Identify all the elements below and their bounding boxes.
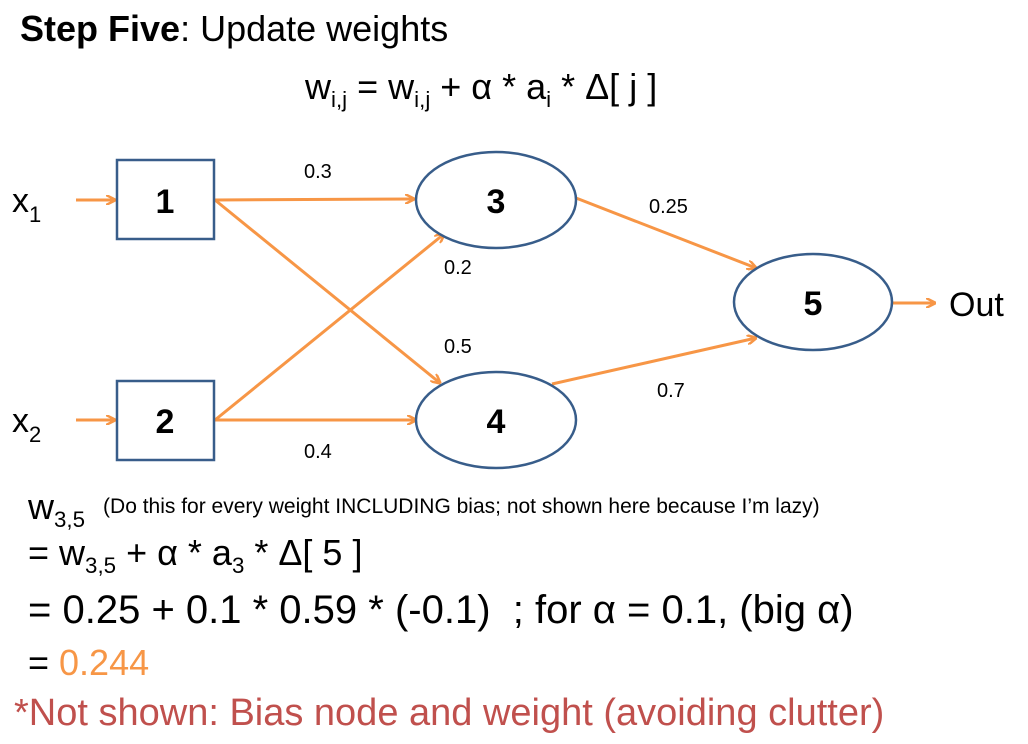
node-5-label: 5 (804, 285, 823, 323)
edge-1-4 (214, 198, 440, 383)
line1-b: + α * a (116, 532, 232, 573)
footnote: *Not shown: Bias node and weight (avoidi… (14, 692, 885, 734)
w35-w: w (28, 486, 54, 527)
line3-prefix: = (28, 642, 60, 683)
input-x2-label: x2 (12, 402, 41, 447)
computation-line-3: = 0.244 (28, 642, 149, 684)
node-3-label: 3 (487, 183, 506, 221)
w35-heading: w3,5 (Do this for every weight INCLUDING … (28, 486, 820, 530)
output-label: Out (949, 286, 1004, 324)
result-value: 0.244 (59, 642, 150, 683)
lazy-note: (Do this for every weight INCLUDING bias… (103, 495, 820, 518)
w35-sub: 3,5 (54, 506, 86, 532)
weight-1-3: 0.3 (304, 161, 332, 183)
weight-2-4: 0.4 (304, 441, 332, 463)
line1-c: * Δ[ 5 ] (244, 532, 363, 573)
node-1-label: 1 (156, 183, 175, 221)
line1-sub2: 3 (231, 552, 245, 578)
node-2-label: 2 (156, 403, 175, 441)
weight-2-3: 0.2 (444, 257, 472, 279)
edge-2-3 (214, 234, 444, 422)
input-x1-label: x1 (12, 182, 41, 227)
line1-sub1: 3,5 (85, 552, 117, 578)
computation-line-1: = w3,5 + α * a3 * Δ[ 5 ] (28, 532, 363, 576)
edge-1-3 (214, 199, 414, 200)
node-4-label: 4 (487, 403, 506, 441)
edge-4-5 (551, 338, 756, 386)
weight-4-5: 0.7 (657, 380, 685, 402)
weight-1-4: 0.5 (444, 336, 472, 358)
computation-line-2: = 0.25 + 0.1 * 0.59 * (-0.1) ; for α = 0… (28, 588, 854, 632)
line1-a: = w (28, 532, 86, 573)
weight-3-5: 0.25 (649, 196, 688, 218)
